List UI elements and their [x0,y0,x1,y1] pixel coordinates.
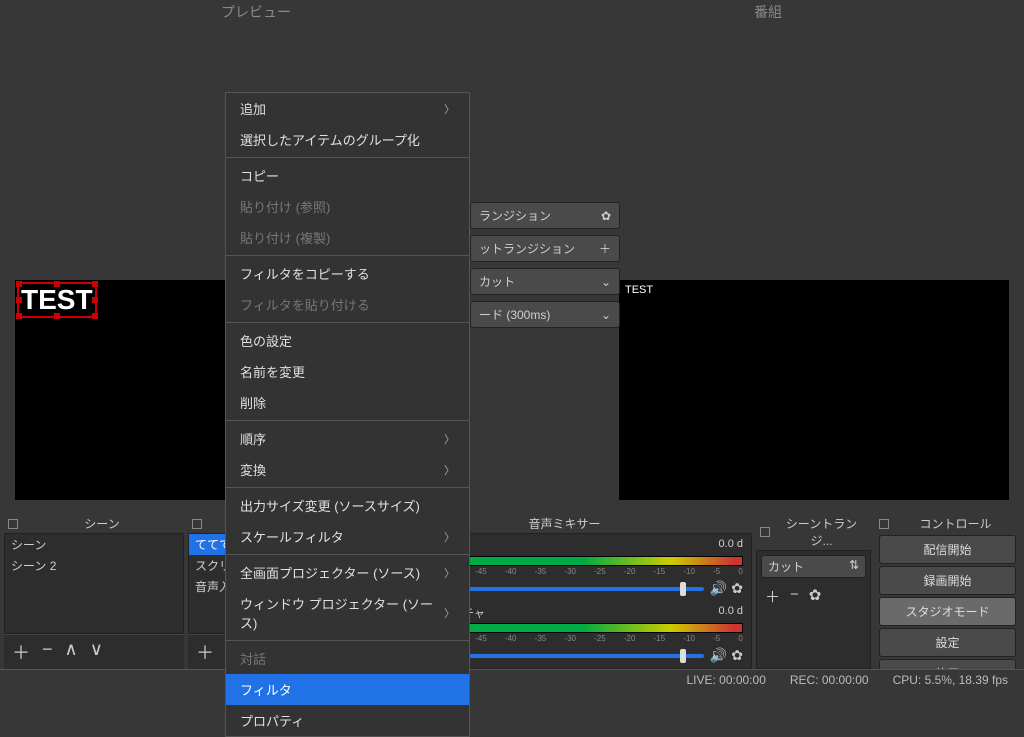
cut-transition-select[interactable]: カット⌄ [470,268,620,295]
menu-group[interactable]: 選択したアイテムのグループ化 [226,124,469,155]
menu-order[interactable]: 順序〉 [226,423,469,454]
gear-icon[interactable]: ✿ [601,209,611,223]
chevron-down-icon: ⌄ [601,275,611,289]
menu-fullscreen-projector[interactable]: 全画面プロジェクター (ソース)〉 [226,557,469,588]
program-title: 番組 [522,0,1014,24]
add-icon[interactable]: ＋ [196,639,214,665]
menu-filter[interactable]: フィルタ [226,674,469,705]
scene-item[interactable]: シーン 2 [5,555,183,576]
scenes-title: シーン [24,515,180,532]
menu-window-projector[interactable]: ウィンドウ プロジェクター (ソース)〉 [226,588,469,638]
add-icon[interactable]: ＋ [12,639,30,665]
resize-handle[interactable] [92,281,98,287]
settings-button[interactable]: 設定 [879,628,1016,657]
status-live: LIVE: 00:00:00 [686,673,765,687]
chevron-right-icon: 〉 [444,565,455,581]
speaker-icon[interactable]: 🔊 [710,580,727,597]
status-cpu: CPU: 5.5%, 18.39 fps [893,673,1008,687]
menu-interact: 対話 [226,643,469,674]
dock-popout-icon[interactable] [192,519,202,529]
channel-db: 0.0 d [719,538,743,554]
menu-color[interactable]: 色の設定 [226,325,469,356]
scene-transitions-dock: シーントランジ... カット⇅ ＋ − ✿ [756,514,871,669]
chevron-right-icon: 〉 [444,431,455,447]
slider-knob[interactable] [680,649,686,663]
scenes-list[interactable]: シーン シーン 2 [4,533,184,634]
resize-handle[interactable] [16,313,22,319]
program-canvas: TEST [619,280,1009,500]
updown-icon: ⇅ [849,558,859,575]
selected-source-text[interactable]: TEST [17,282,97,318]
menu-copy-filter[interactable]: フィルタをコピーする [226,258,469,289]
menu-paste-ref: 貼り付け (参照) [226,191,469,222]
menu-add[interactable]: 追加〉 [226,93,469,124]
status-bar: LIVE: 00:00:00 REC: 00:00:00 CPU: 5.5%, … [0,669,1024,689]
add-icon[interactable]: ＋ [765,586,780,607]
controls-title: コントロール [895,515,1016,532]
menu-scale-filter[interactable]: スケールフィルタ〉 [226,521,469,552]
move-up-icon[interactable]: ∧ [65,639,78,665]
dock-popout-icon[interactable] [879,519,889,529]
resize-handle[interactable] [16,297,22,303]
transition-button[interactable]: ランジション✿ [470,202,620,229]
controls-dock: コントロール 配信開始 録画開始 スタジオモード 設定 終了 [875,514,1020,669]
transition-select[interactable]: カット⇅ [761,555,866,578]
menu-delete[interactable]: 削除 [226,387,469,418]
resize-handle[interactable] [54,281,60,287]
scenes-dock: シーン シーン シーン 2 ＋ − ∧ ∨ [4,514,184,669]
chevron-right-icon: 〉 [444,462,455,478]
gear-icon[interactable]: ✿ [731,647,743,664]
studio-mode-button[interactable]: スタジオモード [879,597,1016,626]
transition-controls: ランジション✿ ットランジション＋ カット⌄ ード (300ms)⌄ [470,202,620,334]
gear-icon[interactable]: ✿ [731,580,743,597]
resize-handle[interactable] [92,297,98,303]
start-streaming-button[interactable]: 配信開始 [879,535,1016,564]
chevron-right-icon: 〉 [444,529,455,545]
dock-popout-icon[interactable] [760,527,770,537]
move-down-icon[interactable]: ∨ [90,639,103,665]
scenes-toolbar: ＋ − ∧ ∨ [4,634,184,669]
menu-paste-dup: 貼り付け (複製) [226,222,469,253]
status-rec: REC: 00:00:00 [790,673,869,687]
menu-resize-output[interactable]: 出力サイズ変更 (ソースサイズ) [226,490,469,521]
resize-handle[interactable] [92,313,98,319]
menu-transform[interactable]: 変換〉 [226,454,469,485]
channel-db: 0.0 d [719,605,743,621]
preview-title: プレビュー [10,0,502,24]
resize-handle[interactable] [16,281,22,287]
slider-knob[interactable] [680,582,686,596]
resize-handle[interactable] [54,313,60,319]
program-text: TEST [625,284,653,296]
scene-item[interactable]: シーン [5,534,183,555]
exit-button[interactable]: 終了 [879,659,1016,669]
dock-popout-icon[interactable] [8,519,18,529]
remove-icon[interactable]: − [790,586,799,607]
scene-trans-title: シーントランジ... [776,515,867,549]
gear-icon[interactable]: ✿ [809,586,822,607]
speaker-icon[interactable]: 🔊 [710,647,727,664]
chevron-right-icon: 〉 [444,101,455,117]
remove-icon[interactable]: − [42,639,53,665]
quick-transition-button[interactable]: ットランジション＋ [470,235,620,262]
chevron-down-icon: ⌄ [601,308,611,322]
menu-properties[interactable]: プロパティ [226,705,469,736]
menu-copy[interactable]: コピー [226,160,469,191]
context-menu: 追加〉 選択したアイテムのグループ化 コピー 貼り付け (参照) 貼り付け (複… [225,92,470,737]
menu-rename[interactable]: 名前を変更 [226,356,469,387]
fade-duration-select[interactable]: ード (300ms)⌄ [470,301,620,328]
menu-paste-filter: フィルタを貼り付ける [226,289,469,320]
chevron-right-icon: 〉 [444,605,455,621]
plus-icon[interactable]: ＋ [599,240,611,257]
start-recording-button[interactable]: 録画開始 [879,566,1016,595]
